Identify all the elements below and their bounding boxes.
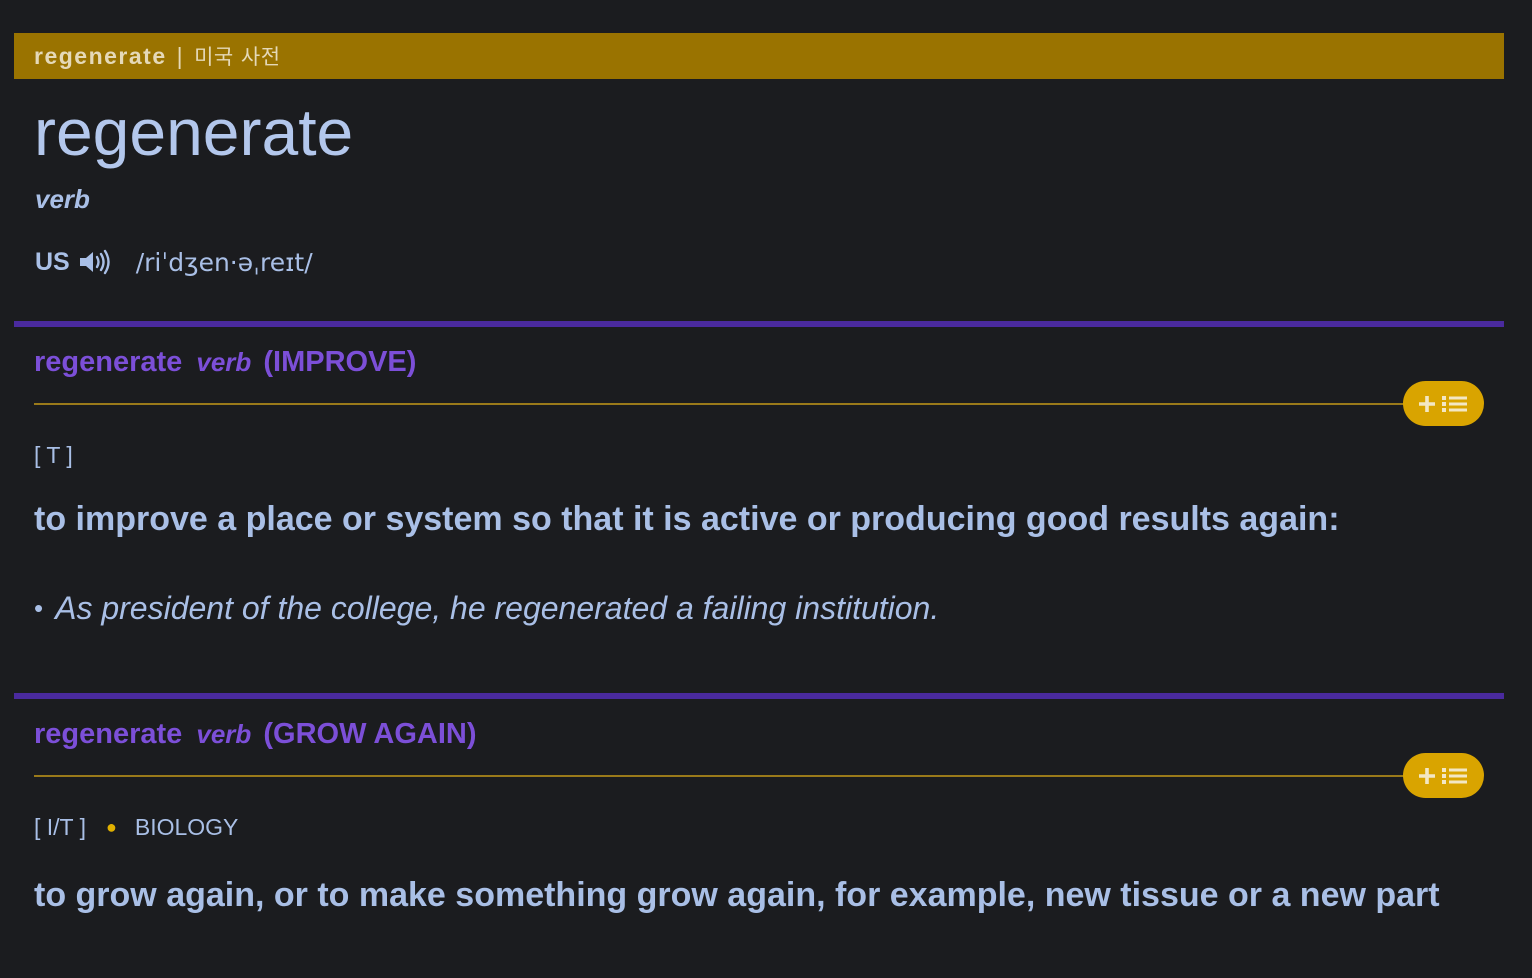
header-word: regenerate [34,42,167,69]
domain-label: BIOLOGY [134,814,239,840]
sense-pos: verb [196,347,252,377]
header-dictionary-name: 미국 사전 [194,45,281,69]
dot-separator-icon: ● [105,817,117,837]
plus-list-icon [1418,767,1467,784]
example-text: As president of the college, he regenera… [55,590,940,626]
sense-divider [14,321,1504,327]
sense-pos: verb [196,719,252,749]
sense-heading: regenerate verb (IMPROVE) [34,346,416,379]
sense-guideword: (GROW AGAIN) [263,718,477,750]
definition-text: to improve a place or system so that it … [34,500,1340,538]
dictionary-page: regenerate | 미국 사전 regenerate verb US /r… [0,0,1532,978]
header-separator: | [176,42,185,69]
grammar-code: [ T ] [34,442,73,469]
sense-guideword: (IMPROVE) [263,346,417,378]
part-of-speech: verb [35,184,90,214]
entry-header-bar: regenerate | 미국 사전 [14,33,1504,79]
pronunciation-ipa: /riˈdʒen·əˌreɪt/ [135,247,313,277]
bullet-icon: • [34,593,44,623]
sense-word: regenerate [34,346,183,378]
grammar-label: [ I/T ] [34,814,86,840]
sense-divider [14,693,1504,699]
headword: regenerate [34,95,354,169]
definition-text: to grow again, or to make something grow… [34,876,1440,914]
sense-rule [34,403,1414,405]
add-to-word-list-button[interactable] [1403,753,1484,798]
plus-list-icon [1418,395,1467,412]
example-sentence: • As president of the college, he regene… [34,590,939,627]
add-to-word-list-button[interactable] [1403,381,1484,426]
pronunciation-row: US /riˈdʒen·əˌreɪt/ [35,244,313,280]
sense-word: regenerate [34,718,183,750]
sense-rule [34,775,1414,777]
grammar-label: [ T ] [34,442,73,468]
grammar-code: [ I/T ] ● BIOLOGY [34,814,238,841]
sense-heading: regenerate verb (GROW AGAIN) [34,718,477,751]
speaker-icon[interactable] [78,248,110,276]
pronunciation-region: US [35,247,70,276]
